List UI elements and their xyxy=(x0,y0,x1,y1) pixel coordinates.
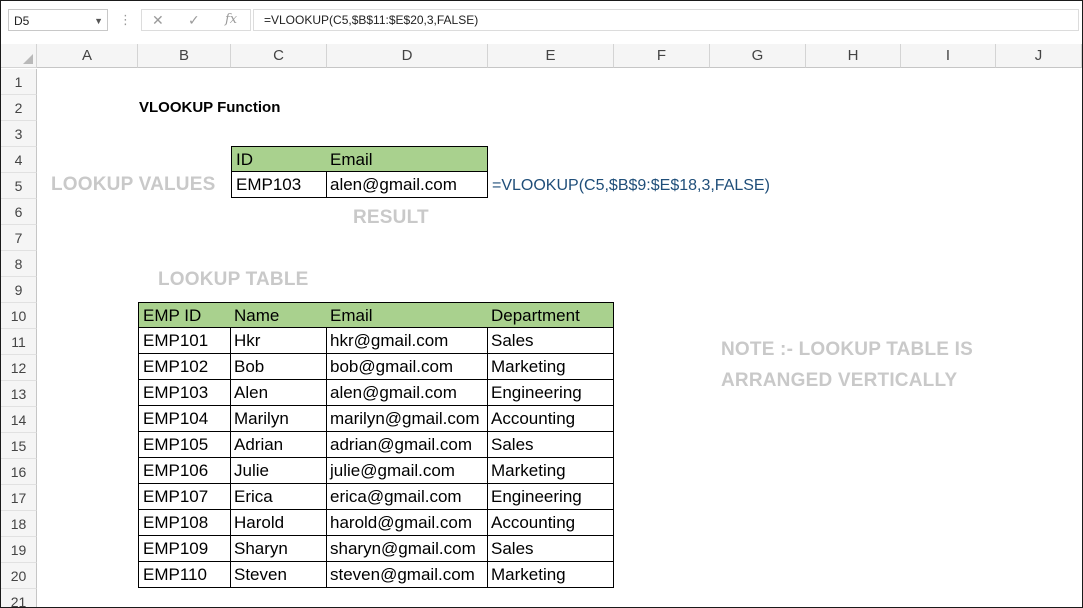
table-cell[interactable]: bob@gmail.com xyxy=(326,354,488,380)
name-box-value: D5 xyxy=(14,14,30,28)
column-header-d[interactable]: D xyxy=(327,44,488,68)
table-header-cell[interactable]: EMP ID xyxy=(138,302,231,328)
table-cell[interactable]: Marketing xyxy=(487,562,614,588)
table-cell[interactable]: Alen xyxy=(230,380,327,406)
result-label: RESULT xyxy=(353,207,429,228)
column-header-e[interactable]: E xyxy=(488,44,614,68)
chevron-down-icon[interactable]: ▼ xyxy=(94,10,103,32)
drag-handle-icon[interactable]: ⋮ xyxy=(119,11,132,29)
table-cell[interactable]: EMP107 xyxy=(138,484,231,510)
row-header-17[interactable]: 17 xyxy=(1,485,37,511)
table-header-cell[interactable]: Department xyxy=(487,302,614,328)
table-cell[interactable]: Steven xyxy=(230,562,327,588)
table-cell[interactable]: hkr@gmail.com xyxy=(326,328,488,354)
table-cell[interactable]: Marketing xyxy=(487,354,614,380)
table-cell[interactable]: Marilyn xyxy=(230,406,327,432)
table-cell[interactable]: EMP103 xyxy=(138,380,231,406)
table-cell[interactable]: EMP110 xyxy=(138,562,231,588)
column-header-g[interactable]: G xyxy=(710,44,806,68)
select-all-corner[interactable] xyxy=(1,44,37,68)
enter-icon[interactable]: ✓ xyxy=(188,10,200,30)
table-cell[interactable]: Adrian xyxy=(230,432,327,458)
table-cell[interactable]: Julie xyxy=(230,458,327,484)
column-header-c[interactable]: C xyxy=(231,44,327,68)
column-header-b[interactable]: B xyxy=(138,44,231,68)
table-cell[interactable]: EMP101 xyxy=(138,328,231,354)
table-cell[interactable]: adrian@gmail.com xyxy=(326,432,488,458)
table-cell[interactable]: EMP106 xyxy=(138,458,231,484)
table-cell[interactable]: Accounting xyxy=(487,510,614,536)
row-header-5[interactable]: 5 xyxy=(1,173,37,199)
table-cell[interactable]: erica@gmail.com xyxy=(326,484,488,510)
cancel-icon[interactable]: ✕ xyxy=(152,10,164,30)
name-box[interactable]: D5 ▼ xyxy=(8,9,108,31)
formula-display: =VLOOKUP(C5,$B$9:$E$18,3,FALSE) xyxy=(492,177,770,194)
spreadsheet-window: D5 ▼ ⋮ ✕ ✓ fx =VLOOKUP(C5,$B$11:$E$20,3,… xyxy=(0,0,1083,608)
row-header-10[interactable]: 10 xyxy=(1,303,37,329)
table-cell[interactable]: harold@gmail.com xyxy=(326,510,488,536)
insert-function-icon[interactable]: fx xyxy=(225,10,237,30)
table-header-cell[interactable]: Email xyxy=(326,302,488,328)
row-header-8[interactable]: 8 xyxy=(1,251,37,277)
formula-bar: D5 ▼ ⋮ ✕ ✓ fx =VLOOKUP(C5,$B$11:$E$20,3,… xyxy=(1,1,1082,41)
table-cell[interactable]: Erica xyxy=(230,484,327,510)
column-header-h[interactable]: H xyxy=(806,44,901,68)
row-header-20[interactable]: 20 xyxy=(1,563,37,589)
row-header-1[interactable]: 1 xyxy=(1,69,37,95)
row-header-7[interactable]: 7 xyxy=(1,225,37,251)
table-cell[interactable]: Accounting xyxy=(487,406,614,432)
column-header-f[interactable]: F xyxy=(614,44,710,68)
row-header-21[interactable]: 21 xyxy=(1,589,37,607)
row-header-18[interactable]: 18 xyxy=(1,511,37,537)
table-header-cell[interactable]: Name xyxy=(230,302,327,328)
table-cell[interactable]: Engineering xyxy=(487,380,614,406)
row-header-4[interactable]: 4 xyxy=(1,147,37,173)
row-header-14[interactable]: 14 xyxy=(1,407,37,433)
note-line-2: ARRANGED VERTICALLY xyxy=(721,370,958,391)
table-cell[interactable]: Sales xyxy=(487,432,614,458)
row-header-2[interactable]: 2 xyxy=(1,95,37,121)
row-header-13[interactable]: 13 xyxy=(1,381,37,407)
table-cell[interactable]: marilyn@gmail.com xyxy=(326,406,488,432)
lookup-value-cell[interactable]: alen@gmail.com xyxy=(326,172,488,198)
row-header-15[interactable]: 15 xyxy=(1,433,37,459)
table-cell[interactable]: EMP109 xyxy=(138,536,231,562)
table-cell[interactable]: Sharyn xyxy=(230,536,327,562)
table-cell[interactable]: Sales xyxy=(487,328,614,354)
table-cell[interactable]: sharyn@gmail.com xyxy=(326,536,488,562)
table-cell[interactable]: Marketing xyxy=(487,458,614,484)
table-cell[interactable]: Sales xyxy=(487,536,614,562)
row-header-16[interactable]: 16 xyxy=(1,459,37,485)
lookup-values-label: LOOKUP VALUES xyxy=(51,174,216,195)
row-header-9[interactable]: 9 xyxy=(1,277,37,303)
lookup-value-cell[interactable]: EMP103 xyxy=(231,172,327,198)
column-header-j[interactable]: J xyxy=(996,44,1082,68)
table-cell[interactable]: Hkr xyxy=(230,328,327,354)
lookup-table-label: LOOKUP TABLE xyxy=(158,269,309,290)
table-cell[interactable]: steven@gmail.com xyxy=(326,562,488,588)
sheet-title: VLOOKUP Function xyxy=(139,99,281,116)
table-cell[interactable]: julie@gmail.com xyxy=(326,458,488,484)
table-cell[interactable]: Engineering xyxy=(487,484,614,510)
row-header-11[interactable]: 11 xyxy=(1,329,37,355)
column-header-a[interactable]: A xyxy=(37,44,138,68)
table-cell[interactable]: EMP105 xyxy=(138,432,231,458)
table-cell[interactable]: Bob xyxy=(230,354,327,380)
row-header-19[interactable]: 19 xyxy=(1,537,37,563)
formula-controls: ✕ ✓ fx xyxy=(141,9,251,31)
table-cell[interactable]: Harold xyxy=(230,510,327,536)
lookup-header-cell[interactable]: ID xyxy=(231,146,327,172)
formula-input[interactable]: =VLOOKUP(C5,$B$11:$E$20,3,FALSE) xyxy=(253,9,1079,31)
table-cell[interactable]: EMP104 xyxy=(138,406,231,432)
column-header-i[interactable]: I xyxy=(901,44,996,68)
note-line-1: NOTE :- LOOKUP TABLE IS xyxy=(721,339,973,360)
row-header-12[interactable]: 12 xyxy=(1,355,37,381)
row-header-6[interactable]: 6 xyxy=(1,199,37,225)
table-cell[interactable]: alen@gmail.com xyxy=(326,380,488,406)
table-cell[interactable]: EMP102 xyxy=(138,354,231,380)
lookup-header-cell[interactable]: Email xyxy=(326,146,488,172)
row-header-3[interactable]: 3 xyxy=(1,121,37,147)
table-cell[interactable]: EMP108 xyxy=(138,510,231,536)
